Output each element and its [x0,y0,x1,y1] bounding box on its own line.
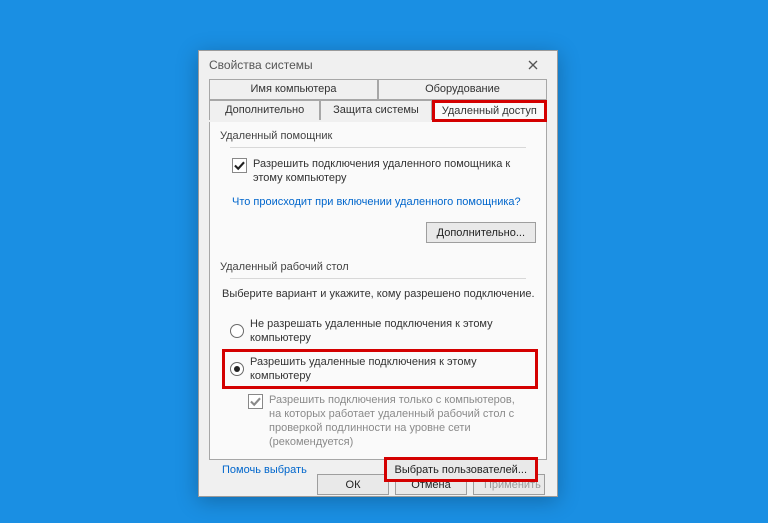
assistance-help-link[interactable]: Что происходит при включении удаленного … [232,196,521,208]
nla-checkbox[interactable] [248,394,263,409]
radio-allow-label: Разрешить удаленные подключения к этому … [250,355,530,383]
window-title: Свойства системы [209,58,513,72]
radio-disallow[interactable] [230,324,244,338]
remote-desktop-hint: Выберите вариант и укажите, кому разреше… [222,287,536,301]
group-label-desktop: Удаленный рабочий стол [220,261,349,273]
radio-disallow-label: Не разрешать удаленные подключения к это… [250,317,536,345]
nla-label: Разрешить подключения только с компьютер… [269,393,529,449]
system-properties-dialog: Свойства системы Имя компьютера Оборудов… [198,50,558,497]
check-icon [233,159,246,172]
tab-hardware[interactable]: Оборудование [378,79,547,100]
close-icon [528,60,538,70]
allow-assistance-checkbox[interactable] [232,158,247,173]
tab-system-protection[interactable]: Защита системы [320,100,431,120]
close-button[interactable] [513,52,553,78]
tab-strip: Имя компьютера Оборудование Дополнительн… [209,79,547,122]
check-icon [249,395,262,408]
titlebar: Свойства системы [199,51,557,79]
allow-assistance-label: Разрешить подключения удаленного помощни… [253,157,513,185]
remote-panel: Удаленный помощник Разрешить подключения… [209,122,547,460]
radio-allow-row[interactable]: Разрешить удаленные подключения к этому … [224,351,536,387]
group-label-assistance: Удаленный помощник [220,130,332,142]
remote-desktop-group: Удаленный рабочий стол Выберите вариант … [220,261,536,480]
tab-advanced[interactable]: Дополнительно [209,100,320,120]
radio-disallow-row[interactable]: Не разрешать удаленные подключения к это… [230,317,536,345]
assistance-advanced-button[interactable]: Дополнительно... [426,222,536,243]
remote-assistance-group: Удаленный помощник Разрешить подключения… [220,130,536,243]
radio-allow[interactable] [230,362,244,376]
help-choose-link[interactable]: Помочь выбрать [222,464,307,476]
tab-computer-name[interactable]: Имя компьютера [209,79,378,100]
select-users-button[interactable]: Выбрать пользователей... [386,459,537,480]
tab-remote[interactable]: Удаленный доступ [432,100,547,122]
